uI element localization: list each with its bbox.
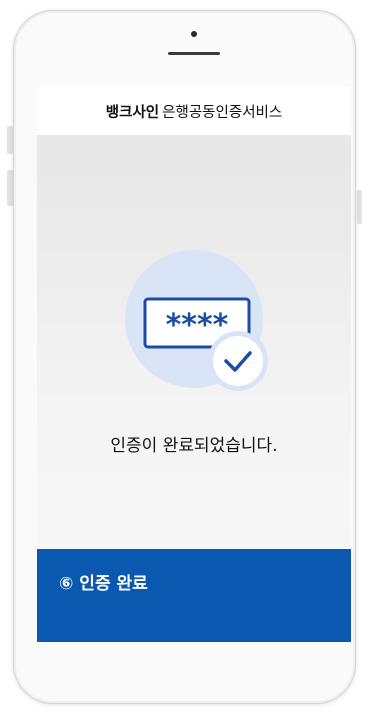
app-header: 뱅크사인 은행공동인증서비스 [37, 87, 351, 135]
front-camera [191, 31, 197, 37]
step-label: ⑥ 인증 완료 [59, 574, 148, 594]
check-badge [213, 336, 263, 386]
brand-name: 뱅크사인 [105, 104, 160, 121]
status-message: 인증이 완료되었습니다. [110, 436, 278, 456]
auth-complete-illustration: **** [117, 249, 277, 399]
service-name: 은행공동인증서비스 [162, 104, 283, 121]
earpiece-speaker [168, 52, 220, 55]
phone-screen: 뱅크사인 은행공동인증서비스 **** 인증이 완료되었습니다. ⑥ 인증 완료 [37, 87, 351, 642]
password-check-icon: **** [125, 250, 268, 391]
power-button [357, 190, 362, 224]
step-banner: ⑥ 인증 완료 [37, 549, 351, 642]
